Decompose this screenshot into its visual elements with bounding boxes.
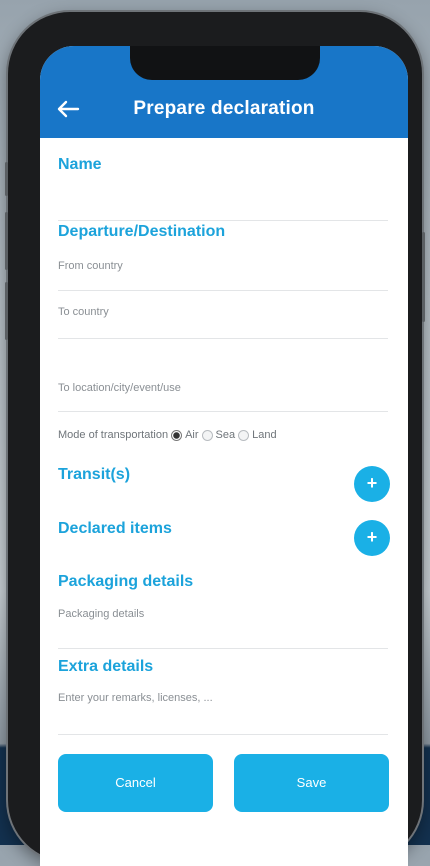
phone-notch: [130, 46, 320, 80]
to-country-field[interactable]: To country: [58, 306, 388, 318]
location-use-underline: [58, 411, 388, 412]
radio-sea[interactable]: [201, 429, 213, 441]
radio-land[interactable]: [238, 429, 250, 441]
radio-air[interactable]: [171, 429, 183, 441]
section-extra-heading: Extra details: [58, 658, 154, 675]
section-declared-items-heading: Declared items: [58, 520, 172, 537]
radio-land-label: Land: [252, 429, 277, 441]
section-packaging-heading: Packaging details: [58, 573, 194, 590]
from-country-underline: [58, 290, 388, 291]
from-country-field[interactable]: From country: [58, 260, 388, 272]
packaging-details-field[interactable]: Packaging details: [58, 608, 388, 620]
app-screen: Prepare declaration Name Departure/Desti…: [40, 46, 408, 866]
location-use-field[interactable]: To location/city/event/use: [58, 382, 388, 394]
add-declared-item-button[interactable]: +: [354, 520, 390, 556]
app-bar: Prepare declaration: [40, 46, 408, 138]
page-title: Prepare declaration: [133, 98, 315, 119]
section-departure-heading: Departure/Destination: [58, 223, 226, 240]
transport-mode-row: Mode of transportation Air Sea Land: [58, 429, 277, 441]
to-country-underline: [58, 338, 388, 339]
section-transits-heading: Transit(s): [58, 466, 131, 483]
phone-power-button: [422, 232, 425, 322]
save-button[interactable]: Save: [234, 754, 389, 812]
phone-frame: Prepare declaration Name Departure/Desti…: [5, 12, 425, 866]
plus-icon: +: [366, 473, 378, 493]
cancel-button[interactable]: Cancel: [58, 754, 213, 812]
radio-sea-label: Sea: [215, 429, 236, 441]
section-name-heading: Name: [58, 156, 102, 173]
phone-volume-up-button: [5, 212, 8, 270]
phone-side-button: [5, 162, 8, 196]
name-field-underline[interactable]: [58, 220, 388, 221]
plus-icon: +: [366, 527, 378, 547]
extra-details-field[interactable]: Enter your remarks, licenses, ...: [58, 692, 388, 704]
phone-volume-down-button: [5, 282, 8, 340]
add-transit-button[interactable]: +: [354, 466, 390, 502]
packaging-details-underline: [58, 648, 388, 649]
radio-air-label: Air: [185, 429, 199, 441]
transport-mode-label: Mode of transportation: [58, 429, 169, 441]
extra-details-underline: [58, 734, 388, 735]
